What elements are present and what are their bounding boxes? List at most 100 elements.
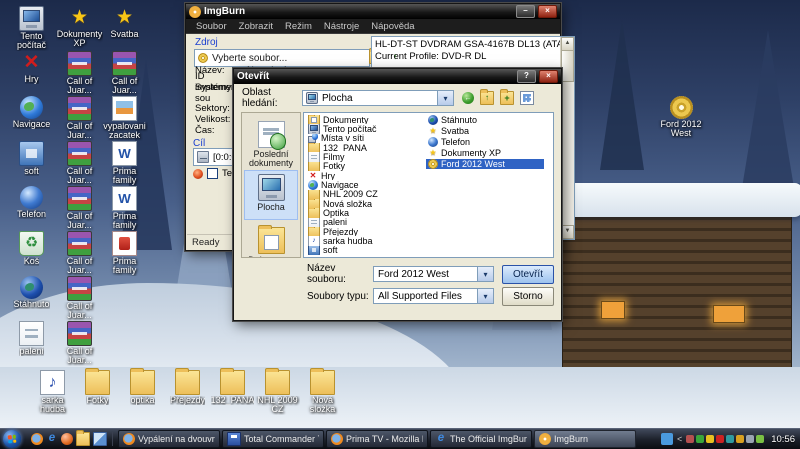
dropdown-arrow-icon[interactable] xyxy=(437,91,453,105)
file-item-ford-2012-west[interactable]: Ford 2012 West xyxy=(426,159,544,170)
file-item-nhl-2009-cz[interactable]: NHL 2009 CZ xyxy=(306,190,424,199)
tray-icon-network[interactable] xyxy=(756,435,764,443)
file-item-filmy[interactable]: Filmy xyxy=(306,152,424,161)
dropdown-arrow-icon[interactable] xyxy=(477,267,493,281)
desktop-icon-navigace[interactable]: Navigace xyxy=(8,96,55,141)
taskbar-task-prima-tv-mozilla-firefox[interactable]: Prima TV - Mozilla Firefox xyxy=(326,430,428,448)
desktop-icon-tento-po-ta[interactable]: Tento počítač xyxy=(8,6,55,51)
desktop-icon-nov-slo-ka[interactable]: Nová složka xyxy=(300,370,345,415)
desktop-icon-st-hnuto[interactable]: Stáhnuto xyxy=(8,276,55,321)
desktop-icon-svatba[interactable]: Svatba xyxy=(101,6,148,51)
file-item-nov-slo-ka[interactable]: Nová složka xyxy=(306,199,424,208)
desktop-icon-ford-2012-west[interactable]: Ford 2012 West xyxy=(658,96,705,141)
desktop-icon-call-of-juar[interactable]: Call of Juar... xyxy=(56,186,103,231)
file-item-p-ejezdy[interactable]: Přejezdy xyxy=(306,227,424,236)
open-button[interactable]: Otevřít xyxy=(502,265,554,284)
file-item-m-sta-v-s-ti[interactable]: Místa v síti xyxy=(306,134,424,143)
desktop-icon-call-of-juar[interactable]: Call of Juar... xyxy=(56,51,103,96)
desktop-icon-call-of-juar[interactable]: Call of Juar... xyxy=(56,231,103,276)
desktop-icon-p-ejezdy[interactable]: Přejezdy xyxy=(165,370,210,415)
file-item-dokumenty-xp[interactable]: Dokumenty XP xyxy=(426,148,544,159)
taskbar-task-vyp-len-na-dvouvrstv[interactable]: Vypálení na dvouvrstv... xyxy=(118,430,220,448)
up-button[interactable] xyxy=(480,91,494,105)
file-item-dokumenty[interactable]: Dokumenty xyxy=(306,115,424,124)
desktop-icon-prima-family[interactable]: Prima family xyxy=(101,231,148,276)
start-button[interactable] xyxy=(3,430,21,448)
taskbar-task-the-official-imgburn[interactable]: The Official ImgBurn ... xyxy=(430,430,532,448)
desktop-icon-soft[interactable]: soft xyxy=(8,141,55,186)
filename-input[interactable]: Ford 2012 West xyxy=(373,266,494,282)
tray-icon-messenger[interactable] xyxy=(661,433,673,445)
firefox-icon[interactable] xyxy=(31,433,43,445)
desktop-icon-vypalovani-zacatek[interactable]: vypalovani zacatek xyxy=(101,96,148,141)
dropdown-arrow-icon[interactable] xyxy=(477,289,493,303)
tray-icon-security-shield[interactable] xyxy=(706,435,714,443)
file-item-sarka-hudba[interactable]: sarka hudba xyxy=(306,236,424,245)
help-button[interactable]: ? xyxy=(517,70,536,83)
desktop-icon-fotky[interactable]: Fotky xyxy=(75,370,120,415)
show-desktop-icon[interactable] xyxy=(93,432,107,446)
desktop-icon-call-of-juar[interactable]: Call of Juar... xyxy=(56,321,103,366)
tray-icon-green-app[interactable] xyxy=(696,435,704,443)
file-item-st-hnuto[interactable]: Stáhnuto xyxy=(426,115,544,126)
desktop-icon-sarka-hudba[interactable]: sarka hudba xyxy=(30,370,75,415)
file-item-svatba[interactable]: Svatba xyxy=(426,126,544,137)
file-list[interactable]: DokumentyTento počítačMísta v síti132_PA… xyxy=(303,112,554,258)
folder-icon[interactable] xyxy=(76,432,90,446)
file-item-hry[interactable]: Hry xyxy=(306,171,424,180)
views-button[interactable]: ▾ xyxy=(520,91,534,105)
place-dokumenty[interactable]: Dokumenty xyxy=(244,223,298,258)
media-icon[interactable] xyxy=(61,433,73,445)
desktop-icon-hry[interactable]: Hry xyxy=(8,51,55,96)
desktop-icon-telefon[interactable]: Telefon xyxy=(8,186,55,231)
scroll-thumb[interactable] xyxy=(561,50,574,82)
file-item-soft[interactable]: soft xyxy=(306,246,424,255)
desktop-icon-dokumenty-xp[interactable]: Dokumenty XP xyxy=(56,6,103,51)
scroll-down-icon[interactable]: ▼ xyxy=(561,225,574,239)
close-button[interactable]: × xyxy=(538,5,557,18)
file-item-paleni[interactable]: paleni xyxy=(306,218,424,227)
desktop-icon-call-of-juar[interactable]: Call of Juar... xyxy=(56,96,103,141)
cancel-button[interactable]: Storno xyxy=(502,287,554,306)
desktop-icon-nhl-2009-cz[interactable]: NHL 2009 CZ xyxy=(255,370,300,415)
desktop-icon-paleni[interactable]: paleni xyxy=(8,321,55,366)
close-button[interactable]: × xyxy=(539,70,558,83)
taskbar-task-imgburn[interactable]: ImgBurn xyxy=(534,430,636,448)
test-mode-checkbox[interactable] xyxy=(207,168,218,179)
desktop-icon-call-of-juar[interactable]: Call of Juar... xyxy=(56,141,103,186)
ie-icon[interactable] xyxy=(46,433,58,445)
taskbar-task-total-commander-7-0[interactable]: Total Commander 7.0... xyxy=(222,430,324,448)
file-item-navigace[interactable]: Navigace xyxy=(306,180,424,189)
file-item-tento-po-ta[interactable]: Tento počítač xyxy=(306,124,424,133)
place-posledn-dokumenty[interactable]: Poslední dokumenty xyxy=(244,117,298,167)
desktop-icon-call-of-juar[interactable]: Call of Juar... xyxy=(56,276,103,321)
place-plocha[interactable]: Plocha xyxy=(244,170,298,220)
desktop-icon-call-of-juar[interactable]: Call of Juar... xyxy=(101,51,148,96)
tray-collapse-icon[interactable]: < xyxy=(675,434,684,444)
menu-soubor[interactable]: Soubor xyxy=(190,21,233,32)
imgburn-titlebar[interactable]: ImgBurn – × xyxy=(186,4,560,19)
desktop-icon-optika[interactable]: optika xyxy=(120,370,165,415)
desktop-icon-ko[interactable]: Koš xyxy=(8,231,55,276)
minimize-button[interactable]: – xyxy=(516,5,535,18)
file-item-optika[interactable]: Optika xyxy=(306,208,424,217)
tray-icon-updates[interactable] xyxy=(736,435,744,443)
file-item-fotky[interactable]: Fotky xyxy=(306,162,424,171)
scrollbar[interactable]: ▲ ▼ xyxy=(560,37,574,239)
file-item-132-pana[interactable]: 132_PANA xyxy=(306,143,424,152)
filetype-select[interactable]: All Supported Files xyxy=(373,288,494,304)
look-in-select[interactable]: Plocha xyxy=(302,90,454,106)
tray-icon-volume[interactable] xyxy=(746,435,754,443)
scroll-up-icon[interactable]: ▲ xyxy=(561,37,574,51)
menu-n-pov-da[interactable]: Nápověda xyxy=(365,21,420,32)
desktop-icon-132-pana[interactable]: 132_PANA xyxy=(210,370,255,415)
back-button[interactable] xyxy=(462,92,474,104)
tray-icon-globe-app[interactable] xyxy=(686,435,694,443)
desktop-icon-ford-2012-west[interactable]: Ford 2012 West xyxy=(650,96,712,141)
dialog-titlebar[interactable]: Otevřít ? × xyxy=(234,69,561,84)
menu-n-stroje[interactable]: Nástroje xyxy=(318,21,365,32)
menu-zobrazit[interactable]: Zobrazit xyxy=(233,21,279,32)
desktop-icon-prima-family[interactable]: Prima family xyxy=(101,141,148,186)
new-folder-button[interactable] xyxy=(500,91,514,105)
menu-re-im[interactable]: Režim xyxy=(279,21,318,32)
